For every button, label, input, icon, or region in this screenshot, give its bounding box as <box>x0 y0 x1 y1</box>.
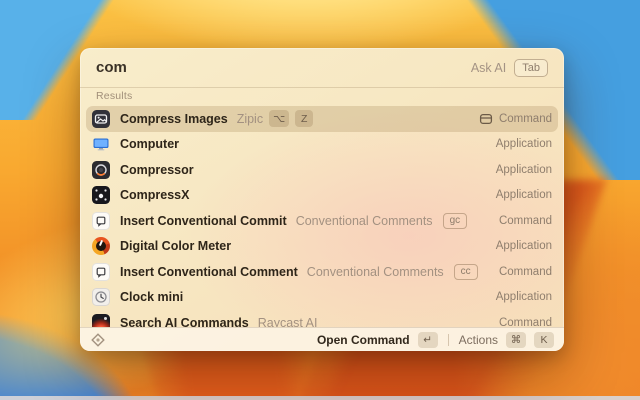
item-type: Command <box>499 113 552 125</box>
action-bar: Open Command ↵ Actions ⌘ K <box>80 327 564 351</box>
item-type: Application <box>496 138 552 150</box>
list-item-compress-images[interactable]: Compress Images Zipic ⌥ Z Command <box>86 106 558 132</box>
clock-mini-icon <box>92 288 110 306</box>
item-title: Compressor <box>120 163 194 177</box>
k-key-hint: K <box>534 332 554 348</box>
z-key-hint: Z <box>295 110 313 127</box>
command-type-icon <box>479 112 493 126</box>
list-item-insert-conventional-comment[interactable]: Insert Conventional Comment Conventional… <box>86 259 558 285</box>
zipic-app-icon <box>92 110 110 128</box>
item-type: Application <box>496 291 552 303</box>
ask-ai-button[interactable]: Ask AI Tab <box>471 59 548 77</box>
conventional-comments-icon <box>92 263 110 281</box>
item-title: Computer <box>120 137 179 151</box>
results-list: Compress Images Zipic ⌥ Z Command Comput… <box>80 104 564 327</box>
tab-key-hint: Tab <box>514 59 548 77</box>
search-bar: Ask AI Tab <box>80 48 564 88</box>
list-item-digital-color-meter[interactable]: Digital Color Meter Application <box>86 234 558 260</box>
raycast-logo-icon <box>90 332 106 348</box>
results-section-header: Results <box>80 88 564 104</box>
item-title: Insert Conventional Commit <box>120 214 287 228</box>
item-type: Application <box>496 189 552 201</box>
open-command-button[interactable]: Open Command <box>317 333 410 347</box>
item-title: Search AI Commands <box>120 316 249 327</box>
alias-badge: gc <box>443 213 468 229</box>
item-type: Application <box>496 240 552 252</box>
dock-edge-strip <box>0 396 640 400</box>
actions-button[interactable]: Actions <box>459 333 498 347</box>
raycast-launcher-window: Ask AI Tab Results Compress Images Zipic… <box>80 48 564 351</box>
computer-app-icon <box>92 135 110 153</box>
item-subtitle: Zipic <box>237 112 263 126</box>
item-title: Digital Color Meter <box>120 239 231 253</box>
list-item-compressor[interactable]: Compressor Application <box>86 157 558 183</box>
list-item-computer[interactable]: Computer Application <box>86 132 558 158</box>
list-item-search-ai-commands[interactable]: Search AI Commands Raycast AI Command <box>86 310 558 327</box>
item-subtitle: Raycast AI <box>258 316 318 327</box>
digital-color-meter-icon <box>92 237 110 255</box>
item-title: CompressX <box>120 188 189 202</box>
ask-ai-label: Ask AI <box>471 61 506 75</box>
footer-divider <box>448 334 449 346</box>
compressx-app-icon <box>92 186 110 204</box>
item-type: Command <box>499 215 552 227</box>
list-item-insert-conventional-commit[interactable]: Insert Conventional Commit Conventional … <box>86 208 558 234</box>
list-item-clock-mini[interactable]: Clock mini Application <box>86 285 558 311</box>
compressor-app-icon <box>92 161 110 179</box>
item-type: Command <box>499 317 552 327</box>
list-item-compressx[interactable]: CompressX Application <box>86 183 558 209</box>
conventional-comments-icon <box>92 212 110 230</box>
item-subtitle: Conventional Comments <box>296 214 433 228</box>
enter-key-hint: ↵ <box>418 332 438 348</box>
item-subtitle: Conventional Comments <box>307 265 444 279</box>
item-title: Insert Conventional Comment <box>120 265 298 279</box>
alias-badge: cc <box>454 264 478 280</box>
item-title: Compress Images <box>120 112 228 126</box>
search-input[interactable] <box>96 59 471 76</box>
option-key-hint: ⌥ <box>269 110 289 127</box>
item-type: Command <box>499 266 552 278</box>
raycast-ai-icon <box>92 314 110 327</box>
item-title: Clock mini <box>120 290 183 304</box>
item-type: Application <box>496 164 552 176</box>
command-key-hint: ⌘ <box>506 332 526 348</box>
